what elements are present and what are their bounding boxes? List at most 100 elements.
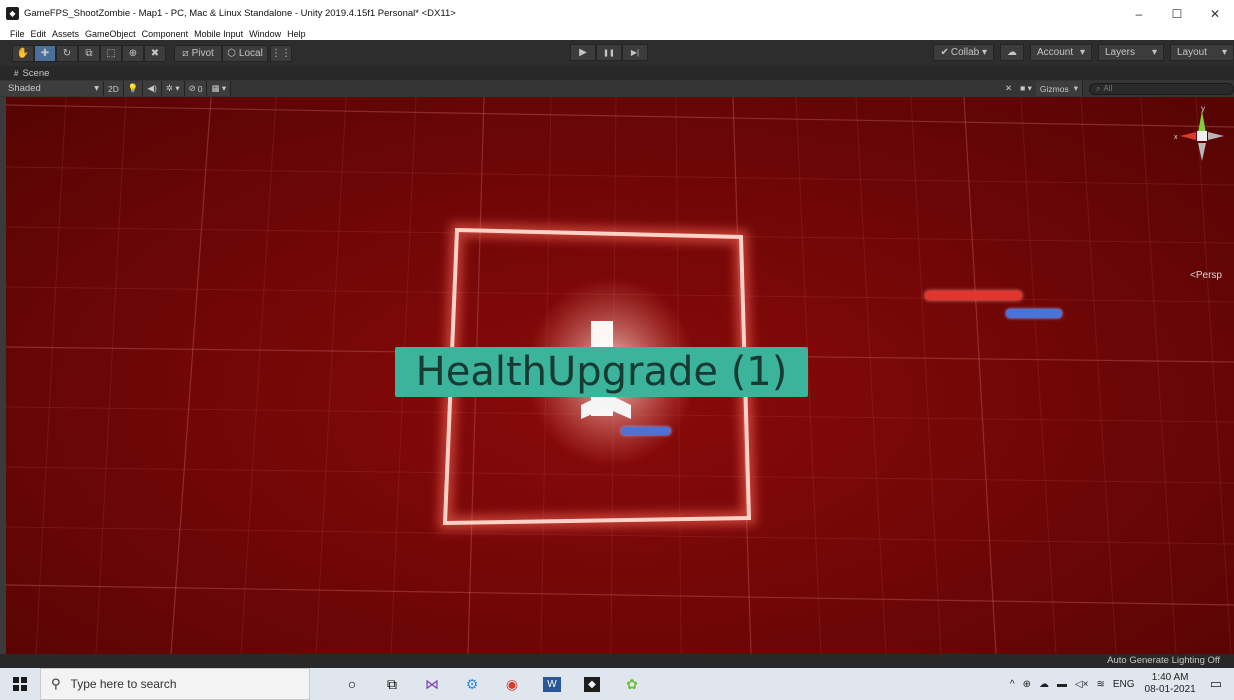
effects-dropdown-icon[interactable]: ✲ ▾ [161,81,185,96]
shading-mode-label: Shaded [8,83,41,94]
notification-icon[interactable]: ▭ [1210,676,1222,692]
move-tool-icon[interactable]: ✚ [34,44,56,62]
persp-label[interactable]: <Persp [1190,270,1222,281]
menu-mobile-input[interactable]: Mobile Input [194,29,243,39]
menu-window[interactable]: Window [249,29,281,39]
hand-tool-icon[interactable]: ✋ [12,44,34,62]
pause-button[interactable]: ❚❚ [596,44,622,61]
word-icon[interactable]: W [532,668,572,700]
onedrive-icon[interactable]: ☁ [1039,679,1049,690]
chevron-down-icon: ▾ [1079,47,1085,58]
scene-tab[interactable]: # Scene [0,66,1234,80]
menu-help[interactable]: Help [287,29,306,39]
language-indicator[interactable]: ENG [1113,679,1135,690]
clock-time: 1:40 AM [1151,672,1189,683]
object-name-label: HealthUpgrade (1) [395,347,808,397]
blue-bar-right [1006,309,1062,318]
volume-mute-icon[interactable]: ◁× [1075,679,1089,690]
clock[interactable]: 1:40 AM 08-01-2021 [1145,672,1196,696]
scene-search-input[interactable]: ⌕ All [1089,82,1234,95]
pivot-icon: ⧄ [182,47,189,59]
toolbar-right: ✔ Collab ▾ ☁ Account ▾ Layers ▾ Layout ▾ [927,44,1234,61]
menu-component[interactable]: Component [142,29,189,39]
menu-file[interactable]: File [10,29,25,39]
camera-dropdown-icon[interactable]: ■ ▾ [1016,81,1036,96]
gizmos-label: Gizmos [1039,83,1069,94]
scale-tool-icon[interactable]: ⧉ [78,44,100,62]
taskbar-search-placeholder: Type here to search [70,677,177,691]
svg-text:y: y [1201,104,1205,113]
chrome-icon[interactable]: ◉ [492,668,532,700]
shading-mode-dropdown[interactable]: Shaded ▾ [0,81,104,96]
check-icon: ✔ [940,47,949,58]
collab-button[interactable]: ✔ Collab ▾ [933,44,994,61]
windows-taskbar: ⚲ Type here to search ○ ⧉ ⋈ ⚙ ◉ W ◆ ✿ ^ … [0,668,1234,700]
maximize-button[interactable]: ☐ [1158,0,1196,27]
menu-bar: File Edit Assets GameObject Component Mo… [0,27,1234,40]
account-label: Account [1037,47,1074,58]
blue-bar-center [621,427,671,435]
tools-icon[interactable]: ✕ [1001,81,1017,96]
gizmos-dropdown[interactable]: Gizmos ▾ [1035,81,1083,96]
collab-label: Collab ▾ [950,47,987,58]
step-button[interactable]: ▶| [622,44,648,61]
scene-control-bar: Shaded ▾ 2D 💡 ◀) ✲ ▾ ⊘ 0 ▦ ▾ ✕ ■ ▾ Gizmo… [0,80,1234,97]
window-title: GameFPS_ShootZombie - Map1 - PC, Mac & L… [24,8,456,19]
layout-dropdown[interactable]: Layout ▾ [1170,44,1234,61]
grid-toggle-icon[interactable]: ▦ ▾ [207,81,232,96]
svg-text:x: x [1174,134,1178,141]
minimize-button[interactable]: – [1120,0,1158,27]
audio-toggle-icon[interactable]: ◀) [143,81,162,96]
rotate-tool-icon[interactable]: ↻ [56,44,78,62]
menu-assets[interactable]: Assets [52,29,79,39]
unity-taskbar-icon[interactable]: ◆ [572,668,612,700]
window-controls: – ☐ ✕ [1120,0,1234,27]
unity-icon: ◆ [6,7,19,20]
layers-dropdown[interactable]: Layers ▾ [1098,44,1164,61]
meet-now-icon[interactable]: ⊕ [1023,679,1031,690]
account-dropdown[interactable]: Account ▾ [1030,44,1092,61]
local-label: Local [238,47,263,59]
close-button[interactable]: ✕ [1196,0,1234,27]
eye-slash-icon: ⊘ [188,83,196,93]
scene-orientation-gizmo[interactable]: y x [1172,103,1232,183]
custom-tool-icon[interactable]: ✖ [144,44,166,62]
settings-app-icon[interactable]: ⚙ [452,668,492,700]
local-toggle[interactable]: ⬡ Local [222,44,268,62]
cloud-icon: ☁ [1007,47,1017,58]
lighting-status[interactable]: Auto Generate Lighting Off [1107,655,1220,666]
visual-studio-icon[interactable]: ⋈ [412,668,452,700]
pivot-toggle[interactable]: ⧄ Pivot [174,44,222,62]
scene-grid-icon: # [14,68,19,78]
scene-viewport[interactable]: y x <Persp HealthUpgrade (1) [6,97,1234,654]
toggle-2d-button[interactable]: 2D [104,81,124,96]
pivot-label: Pivot [191,47,214,59]
lighting-toggle-icon[interactable]: 💡 [123,81,144,96]
local-icon: ⬡ [227,47,236,59]
rect-tool-icon[interactable]: ⬚ [100,44,122,62]
play-controls: ▶ ❚❚ ▶| [570,44,648,61]
start-button[interactable] [0,668,40,700]
chevron-down-icon: ▾ [1221,47,1227,58]
search-icon: ⚲ [51,676,61,691]
task-view-icon[interactable]: ⧉ [372,668,412,700]
hidden-objects-toggle[interactable]: ⊘ 0 [184,81,208,96]
play-button[interactable]: ▶ [570,44,596,61]
cloud-button[interactable]: ☁ [1000,44,1024,61]
search-icon: ⌕ [1096,83,1101,93]
snap-icon[interactable]: ⋮⋮ [270,44,292,62]
status-bar: Auto Generate Lighting Off [0,654,1234,668]
taskbar-search-input[interactable]: ⚲ Type here to search [40,668,310,700]
chevron-down-icon: ▾ [1151,47,1157,58]
transform-tool-icon[interactable]: ⊕ [122,44,144,62]
cortana-icon[interactable]: ○ [332,668,372,700]
hidden-count: 0 [197,83,203,94]
wifi-icon[interactable]: ≋ [1096,679,1104,690]
scene-tab-label: Scene [22,67,50,79]
battery-icon[interactable]: ▬ [1057,679,1067,690]
chevron-up-icon[interactable]: ^ [1010,679,1015,690]
menu-edit[interactable]: Edit [31,29,47,39]
app-icon-green[interactable]: ✿ [612,668,652,700]
scene-bar-right: ✕ ■ ▾ Gizmos ▾ ⌕ All [1001,80,1234,97]
menu-gameobject[interactable]: GameObject [85,29,136,39]
